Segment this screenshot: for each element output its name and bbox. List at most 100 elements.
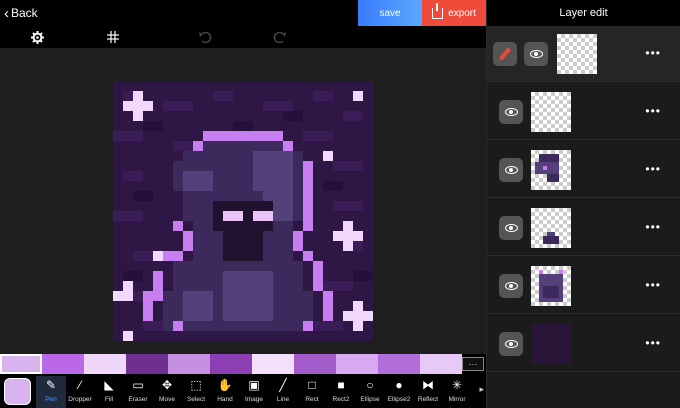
layer-more-button[interactable]: •••: [645, 104, 661, 118]
tool-label: Rect2: [332, 396, 350, 403]
palette-swatch[interactable]: [294, 354, 336, 374]
pencil-icon[interactable]: [493, 42, 517, 66]
pen-icon: ✎: [45, 378, 57, 392]
pixel-art-canvas[interactable]: [113, 81, 373, 341]
palette-more-button[interactable]: ···: [462, 357, 484, 371]
gear-icon[interactable]: [29, 29, 45, 45]
color-palette: ···: [0, 354, 486, 374]
tool-label: Ellipse2: [387, 396, 411, 403]
layer-thumbnail: [531, 92, 571, 132]
palette-swatch[interactable]: [210, 354, 252, 374]
eye-icon[interactable]: [524, 42, 548, 66]
tool-eraser[interactable]: ▭ Eraser: [123, 376, 153, 408]
layer-row[interactable]: •••: [487, 316, 680, 372]
grid-icon[interactable]: [105, 29, 121, 45]
tool-mirror[interactable]: ✳ Mirror: [442, 376, 472, 408]
layer-row[interactable]: •••: [487, 26, 680, 82]
layer-row[interactable]: •••: [487, 84, 680, 140]
reflect-icon: ⧓: [422, 378, 434, 392]
layer-thumbnail: [531, 150, 571, 190]
top-bar: ‹ Back save export: [0, 0, 486, 26]
panel-title: Layer edit: [487, 0, 680, 26]
layer-more-button[interactable]: •••: [645, 46, 661, 60]
layer-row[interactable]: •••: [487, 200, 680, 256]
select-icon: ⬚: [190, 378, 202, 392]
tool-ellipse2[interactable]: ● Ellipse2: [384, 376, 414, 408]
tool-label: Hand: [217, 396, 233, 403]
mirror-icon: ✳: [451, 378, 463, 392]
rect-icon: □: [308, 378, 316, 392]
tool-bar: ✎ Pen ⁄ Dropper ◣ Fill ▭ Eraser ✥ Move ⬚ Select ✋ Han…: [0, 374, 486, 408]
palette-swatch[interactable]: [420, 354, 462, 374]
export-label: export: [448, 7, 476, 19]
tool-image[interactable]: ▣ Image: [239, 376, 269, 408]
eye-icon[interactable]: [499, 332, 523, 356]
layer-more-button[interactable]: •••: [645, 336, 661, 350]
secondary-toolbar: [0, 26, 486, 48]
hand-icon: ✋: [217, 378, 233, 392]
palette-swatch[interactable]: [0, 354, 42, 374]
palette-swatch[interactable]: [42, 354, 84, 374]
layer-thumbnail: [557, 34, 597, 74]
dropper-icon: ⁄: [78, 378, 81, 392]
eye-icon[interactable]: [499, 100, 523, 124]
tool-label: Line: [276, 396, 290, 403]
eraser-icon: ▭: [132, 378, 144, 392]
layer-row[interactable]: •••: [487, 142, 680, 198]
ellipse-icon: ○: [366, 378, 374, 392]
tool-label: Eraser: [128, 396, 148, 403]
tool-label: Ellipse: [360, 396, 380, 403]
palette-swatch[interactable]: [336, 354, 378, 374]
eye-icon[interactable]: [499, 274, 523, 298]
layer-thumbnail: [531, 208, 571, 248]
palette-more-label: ···: [468, 359, 478, 369]
ellipse-filled-icon: ●: [395, 378, 403, 392]
tool-rect[interactable]: □ Rect: [297, 376, 327, 408]
palette-swatch[interactable]: [252, 354, 294, 374]
line-icon: ╱: [279, 378, 287, 392]
save-button[interactable]: save: [358, 0, 422, 26]
tool-rect2[interactable]: ■ Rect2: [326, 376, 356, 408]
eye-icon[interactable]: [499, 216, 523, 240]
share-icon: [432, 2, 444, 19]
tool-label: Move: [159, 396, 175, 403]
tools-more-arrow[interactable]: ▸: [479, 384, 484, 395]
tool-label: Rect: [305, 396, 319, 403]
tool-reflect[interactable]: ⧓ Reflect: [413, 376, 443, 408]
tool-label: Reflect: [417, 396, 439, 403]
back-button[interactable]: ‹ Back: [4, 4, 38, 22]
back-label: Back: [11, 6, 38, 20]
tool-label: Image: [244, 396, 264, 403]
move-icon: ✥: [161, 378, 173, 392]
tool-fill[interactable]: ◣ Fill: [94, 376, 124, 408]
tool-select[interactable]: ⬚ Select: [181, 376, 211, 408]
palette-swatch[interactable]: [126, 354, 168, 374]
tool-dropper[interactable]: ⁄ Dropper: [65, 376, 95, 408]
layer-more-button[interactable]: •••: [645, 220, 661, 234]
drawing-workspace[interactable]: [0, 48, 486, 354]
layer-thumbnail: [531, 266, 571, 306]
tool-move[interactable]: ✥ Move: [152, 376, 182, 408]
fill-icon: ◣: [104, 378, 114, 392]
palette-swatch[interactable]: [84, 354, 126, 374]
layer-thumbnail: [531, 324, 571, 364]
tool-ellipse[interactable]: ○ Ellipse: [355, 376, 385, 408]
tool-pen[interactable]: ✎ Pen: [36, 376, 66, 408]
rect-filled-icon: ■: [337, 378, 345, 392]
tool-line[interactable]: ╱ Line: [268, 376, 298, 408]
tool-label: Dropper: [68, 396, 92, 403]
layer-more-button[interactable]: •••: [645, 162, 661, 176]
palette-swatch[interactable]: [378, 354, 420, 374]
save-label: save: [379, 7, 401, 19]
layer-more-button[interactable]: •••: [645, 278, 661, 292]
eye-icon[interactable]: [499, 158, 523, 182]
undo-icon[interactable]: [197, 29, 213, 45]
redo-icon[interactable]: [272, 29, 288, 45]
tool-label: Pen: [45, 396, 57, 403]
panel-title-label: Layer edit: [559, 7, 608, 19]
layer-row[interactable]: •••: [487, 258, 680, 314]
tool-hand[interactable]: ✋ Hand: [210, 376, 240, 408]
current-color-swatch[interactable]: [4, 378, 31, 405]
export-button[interactable]: export: [422, 0, 486, 26]
palette-swatch[interactable]: [168, 354, 210, 374]
